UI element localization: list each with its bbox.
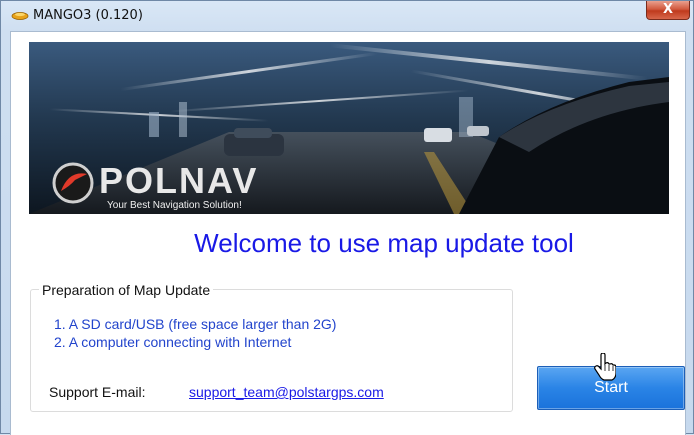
polnav-banner: POLNAV Your Best Navigation Solution!	[29, 42, 669, 214]
requirement-item: 2. A computer connecting with Internet	[54, 334, 292, 350]
window-title: MANGO3 (0.120)	[33, 8, 143, 23]
requirement-item: 1. A SD card/USB (free space larger than…	[54, 316, 337, 332]
banner-image: POLNAV Your Best Navigation Solution!	[29, 42, 669, 214]
brand-tagline: Your Best Navigation Solution!	[107, 200, 242, 211]
brand-logo-text: POLNAV	[99, 160, 258, 201]
hand-cursor-icon	[594, 353, 616, 381]
support-email-label: Support E-mail:	[49, 384, 146, 400]
preparation-title: Preparation of Map Update	[39, 282, 214, 298]
support-email-link[interactable]: support_team@polstargps.com	[189, 384, 384, 400]
title-bar[interactable]: MANGO3 (0.120) X	[1, 1, 693, 31]
client-area: POLNAV Your Best Navigation Solution! We…	[10, 31, 686, 435]
close-button[interactable]: X	[646, 1, 690, 20]
preparation-group: Preparation of Map Update 1. A SD card/U…	[30, 282, 513, 412]
mango-app-icon	[11, 12, 29, 20]
app-window: MANGO3 (0.120) X POLNAV Your Best Naviga…	[0, 0, 694, 435]
welcome-heading: Welcome to use map update tool	[194, 228, 574, 258]
